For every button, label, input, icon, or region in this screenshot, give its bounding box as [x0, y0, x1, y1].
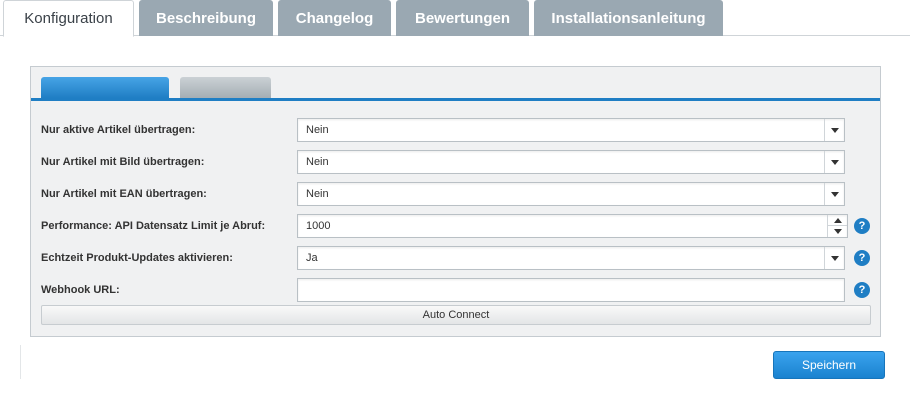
- tab-beschreibung[interactable]: Beschreibung: [139, 0, 273, 36]
- inner-tab-bar: [31, 67, 880, 101]
- chevron-down-icon[interactable]: [824, 151, 844, 173]
- tab-bewertungen[interactable]: Bewertungen: [396, 0, 529, 36]
- chevron-down-icon[interactable]: [824, 247, 844, 269]
- tab-changelog[interactable]: Changelog: [278, 0, 391, 36]
- select-value: Nein: [306, 188, 329, 200]
- select-echtzeit-updates[interactable]: Ja: [297, 246, 845, 270]
- config-panel: Nur aktive Artikel übertragen: Nein Nur …: [30, 66, 881, 337]
- label-api-datensatz-limit: Performance: API Datensatz Limit je Abru…: [41, 220, 266, 232]
- select-nur-artikel-mit-bild[interactable]: Nein: [297, 150, 845, 174]
- number-api-datensatz-limit[interactable]: 1000: [297, 214, 848, 238]
- save-button[interactable]: Speichern: [773, 351, 885, 379]
- label-webhook-url: Webhook URL:: [41, 284, 120, 296]
- divider: [20, 345, 21, 379]
- input-webhook-url[interactable]: [297, 278, 845, 302]
- label-echtzeit-updates: Echtzeit Produkt-Updates aktivieren:: [41, 252, 233, 264]
- help-icon[interactable]: ?: [854, 250, 870, 266]
- stepper[interactable]: [827, 215, 847, 237]
- top-tab-bar: Konfiguration Beschreibung Changelog Bew…: [0, 0, 910, 37]
- select-nur-aktive-artikel[interactable]: Nein: [297, 118, 845, 142]
- help-icon[interactable]: ?: [854, 218, 870, 234]
- tab-konfiguration[interactable]: Konfiguration: [3, 0, 134, 37]
- select-value: Nein: [306, 124, 329, 136]
- auto-connect-button[interactable]: Auto Connect: [41, 305, 871, 325]
- help-icon[interactable]: ?: [854, 282, 870, 298]
- chevron-down-icon[interactable]: [824, 183, 844, 205]
- tab-installationsanleitung[interactable]: Installationsanleitung: [534, 0, 723, 36]
- select-value: Ja: [306, 252, 318, 264]
- select-nur-artikel-mit-ean[interactable]: Nein: [297, 182, 845, 206]
- select-value: Nein: [306, 156, 329, 168]
- inner-tab-active[interactable]: [41, 77, 169, 98]
- stepper-down-icon[interactable]: [828, 226, 847, 237]
- stepper-up-icon[interactable]: [828, 215, 847, 226]
- number-value: 1000: [306, 220, 331, 232]
- inner-tab-inactive[interactable]: [180, 77, 271, 98]
- label-nur-artikel-mit-ean: Nur Artikel mit EAN übertragen:: [41, 188, 207, 200]
- label-nur-artikel-mit-bild: Nur Artikel mit Bild übertragen:: [41, 156, 205, 168]
- chevron-down-icon[interactable]: [824, 119, 844, 141]
- label-nur-aktive-artikel: Nur aktive Artikel übertragen:: [41, 124, 196, 136]
